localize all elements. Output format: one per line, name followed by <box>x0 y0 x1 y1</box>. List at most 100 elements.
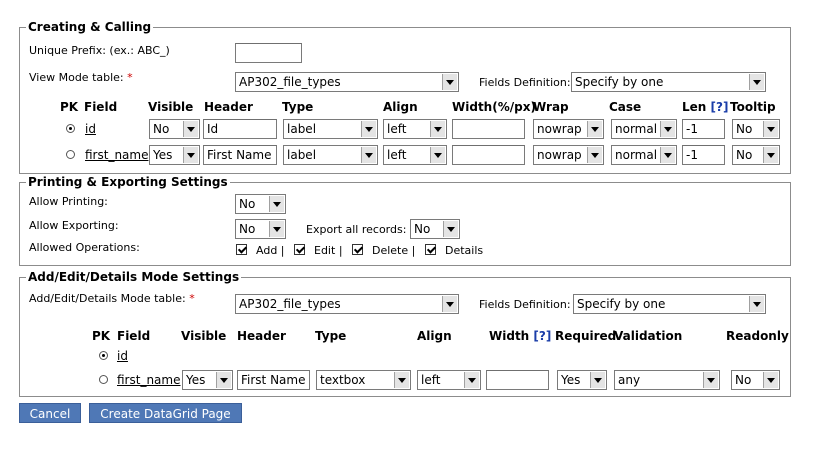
op-add-label: Add | <box>256 244 285 257</box>
chevron-down-icon <box>430 147 445 163</box>
col-field: Field <box>84 100 118 114</box>
ae-field-link-id[interactable]: id <box>117 349 128 363</box>
ae-visible-select[interactable]: Yes <box>182 370 233 390</box>
chevron-down-icon <box>763 372 778 388</box>
chevron-down-icon <box>442 74 457 90</box>
ae-col-validation: Validation <box>614 329 683 343</box>
ae-pk-radio-first-name[interactable] <box>99 375 108 384</box>
align-select[interactable]: left <box>383 145 447 165</box>
chevron-down-icon <box>183 121 198 137</box>
ae-col-readonly: Readonly <box>726 329 789 343</box>
ae-field-link-first-name[interactable]: first_name <box>117 373 180 387</box>
ae-col-visible: Visible <box>181 329 227 343</box>
ae-align-select[interactable]: left <box>417 370 481 390</box>
col-case: Case <box>609 100 642 114</box>
chevron-down-icon <box>749 74 764 90</box>
col-pk: PK <box>60 100 79 114</box>
pk-radio-first-name[interactable] <box>66 150 75 159</box>
header-input[interactable]: Id <box>203 119 277 139</box>
allow-printing-select[interactable]: No <box>235 194 286 214</box>
type-select[interactable]: label <box>283 119 378 139</box>
ae-type-select[interactable]: textbox <box>316 370 411 390</box>
chevron-down-icon <box>361 121 376 137</box>
add-edit-legend: Add/Edit/Details Mode Settings <box>26 270 242 284</box>
chevron-down-icon <box>587 121 602 137</box>
len-input[interactable]: -1 <box>682 145 725 165</box>
op-delete-label: Delete | <box>372 244 416 257</box>
chevron-down-icon <box>749 296 764 312</box>
mode-table-select[interactable]: AP302_file_types <box>235 294 459 314</box>
len-input[interactable]: -1 <box>682 119 725 139</box>
mode-table-label: Add/Edit/Details Mode table: * <box>29 292 195 305</box>
ae-col-type: Type <box>315 329 347 343</box>
allowed-operations-label: Allowed Operations: <box>29 241 140 254</box>
col-header: Header <box>204 100 253 114</box>
tooltip-select[interactable]: No <box>732 119 780 139</box>
ae-readonly-select[interactable]: No <box>731 370 780 390</box>
visible-select[interactable]: No <box>149 119 200 139</box>
ae-col-required: Required <box>555 329 617 343</box>
field-link-id[interactable]: id <box>85 122 96 136</box>
ae-col-pk: PK <box>92 329 111 343</box>
chevron-down-icon <box>443 221 458 237</box>
wrap-select[interactable]: nowrap <box>533 119 604 139</box>
chevron-down-icon <box>442 296 457 312</box>
type-select[interactable]: label <box>283 145 378 165</box>
cancel-button[interactable]: Cancel <box>19 403 81 423</box>
view-mode-select[interactable]: AP302_file_types <box>235 72 459 92</box>
chevron-down-icon <box>590 372 605 388</box>
export-all-select[interactable]: No <box>410 219 460 239</box>
ae-col-align: Align <box>417 329 452 343</box>
op-edit-label: Edit | <box>314 244 343 257</box>
chevron-down-icon <box>394 372 409 388</box>
op-details-checkbox[interactable] <box>425 244 436 255</box>
create-datagrid-button[interactable]: Create DataGrid Page <box>89 403 242 423</box>
chevron-down-icon <box>216 372 231 388</box>
wrap-select[interactable]: nowrap <box>533 145 604 165</box>
ae-pk-radio-id[interactable] <box>99 351 108 360</box>
op-delete-checkbox[interactable] <box>352 244 363 255</box>
chevron-down-icon <box>763 147 778 163</box>
unique-prefix-input[interactable] <box>235 43 302 63</box>
visible-select[interactable]: Yes <box>149 145 200 165</box>
allow-printing-label: Allow Printing: <box>29 195 108 208</box>
ae-fields-definition-label: Fields Definition: <box>479 298 571 311</box>
fields-definition-select[interactable]: Specify by one <box>571 72 766 92</box>
ae-width-input[interactable] <box>486 370 549 390</box>
ae-header-input[interactable]: First Name <box>237 370 310 390</box>
width-input[interactable] <box>452 145 525 165</box>
ae-col-header: Header <box>237 329 286 343</box>
allow-exporting-label: Allow Exporting: <box>29 219 119 232</box>
ae-validation-select[interactable]: any <box>614 370 720 390</box>
field-link-first-name[interactable]: first_name <box>85 148 148 162</box>
ae-col-field: Field <box>117 329 151 343</box>
chevron-down-icon <box>763 121 778 137</box>
required-mark: * <box>127 71 133 84</box>
case-select[interactable]: normal <box>611 145 677 165</box>
op-details-label: Details <box>445 244 484 257</box>
view-mode-label: View Mode table: * <box>29 71 133 84</box>
printing-exporting-legend: Printing & Exporting Settings <box>26 175 230 189</box>
ae-required-select[interactable]: Yes <box>557 370 607 390</box>
chevron-down-icon <box>703 372 718 388</box>
chevron-down-icon <box>269 221 284 237</box>
allow-exporting-select[interactable]: No <box>235 219 286 239</box>
header-input[interactable]: First Name <box>203 145 277 165</box>
ae-col-width: Width [?] <box>489 329 552 343</box>
pk-radio-id[interactable] <box>66 124 75 133</box>
op-edit-checkbox[interactable] <box>294 244 305 255</box>
width-help-link[interactable]: [?] <box>533 329 551 343</box>
tooltip-select[interactable]: No <box>732 145 780 165</box>
op-add-checkbox[interactable] <box>236 244 247 255</box>
align-select[interactable]: left <box>383 119 447 139</box>
export-all-label: Export all records: <box>306 223 407 236</box>
chevron-down-icon <box>660 147 675 163</box>
chevron-down-icon <box>361 147 376 163</box>
ae-fields-definition-select[interactable]: Specify by one <box>573 294 766 314</box>
len-help-link[interactable]: [?] <box>711 100 729 114</box>
col-wrap: Wrap <box>533 100 569 114</box>
case-select[interactable]: normal <box>611 119 677 139</box>
chevron-down-icon <box>464 372 479 388</box>
chevron-down-icon <box>430 121 445 137</box>
width-input[interactable] <box>452 119 525 139</box>
